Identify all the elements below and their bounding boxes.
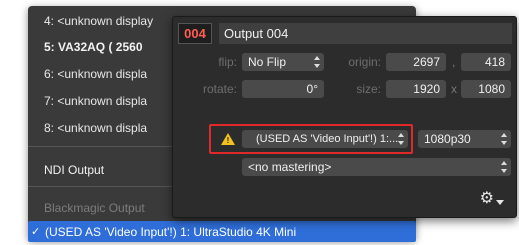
origin-label: origin: bbox=[348, 55, 381, 69]
device-value: (USED AS 'Video Input'!) 1:... bbox=[256, 133, 399, 145]
format-value: 1080p30 bbox=[424, 132, 471, 146]
flip-value: No Flip bbox=[248, 55, 287, 69]
output-number-field[interactable]: 004 bbox=[178, 23, 212, 44]
origin-separator: , bbox=[452, 55, 456, 69]
checkmark-icon: ✓ bbox=[31, 226, 41, 238]
size-height-field[interactable]: 1080 bbox=[461, 80, 511, 98]
menu-separator bbox=[28, 186, 188, 187]
menu-item-display-7[interactable]: 7: <unknown displa bbox=[44, 93, 147, 109]
menu-item-label: (USED AS 'Video Input'!) 1: UltraStudio … bbox=[45, 224, 297, 239]
flip-select[interactable]: No Flip bbox=[242, 53, 324, 71]
size-separator: x bbox=[451, 82, 457, 96]
output-name-field[interactable]: Output 004 bbox=[219, 23, 512, 44]
mastering-select[interactable]: <no mastering> bbox=[242, 158, 511, 176]
rotate-field[interactable]: 0° bbox=[242, 80, 324, 98]
menu-item-ultrastudio-selected[interactable]: ✓ (USED AS 'Video Input'!) 1: UltraStudi… bbox=[28, 221, 416, 242]
flip-label: flip: bbox=[218, 55, 237, 69]
menu-separator bbox=[28, 146, 188, 147]
menu-item-display-8[interactable]: 8: <unknown displa bbox=[44, 120, 147, 136]
chevron-down-icon[interactable] bbox=[496, 200, 504, 205]
output-settings-panel: 004 Output 004 flip: No Flip origin: 269… bbox=[172, 16, 517, 218]
updown-arrows-icon bbox=[500, 161, 507, 173]
gear-icon[interactable]: ⚙ bbox=[480, 191, 494, 207]
device-select[interactable]: (USED AS 'Video Input'!) 1:... bbox=[242, 130, 408, 148]
updown-arrows-icon bbox=[500, 133, 507, 145]
origin-x-field[interactable]: 2697 bbox=[386, 53, 446, 71]
updown-arrows-icon bbox=[397, 133, 404, 145]
mastering-value: <no mastering> bbox=[248, 160, 332, 174]
menu-item-display-4[interactable]: 4: <unknown display bbox=[44, 13, 153, 29]
menu-item-display-6[interactable]: 6: <unknown displa bbox=[44, 66, 147, 82]
menu-item-display-5[interactable]: 5: VA32AQ ( 2560 bbox=[44, 39, 143, 55]
origin-y-field[interactable]: 418 bbox=[461, 53, 511, 71]
size-label: size: bbox=[356, 82, 381, 96]
rotate-label: rotate: bbox=[202, 82, 237, 96]
format-select[interactable]: 1080p30 bbox=[418, 130, 511, 148]
updown-arrows-icon bbox=[313, 56, 320, 68]
warning-mark: ! bbox=[226, 136, 230, 145]
size-width-field[interactable]: 1920 bbox=[386, 80, 446, 98]
menu-header-blackmagic-output: Blackmagic Output bbox=[44, 201, 145, 215]
menu-item-ndi-output[interactable]: NDI Output bbox=[44, 162, 104, 178]
